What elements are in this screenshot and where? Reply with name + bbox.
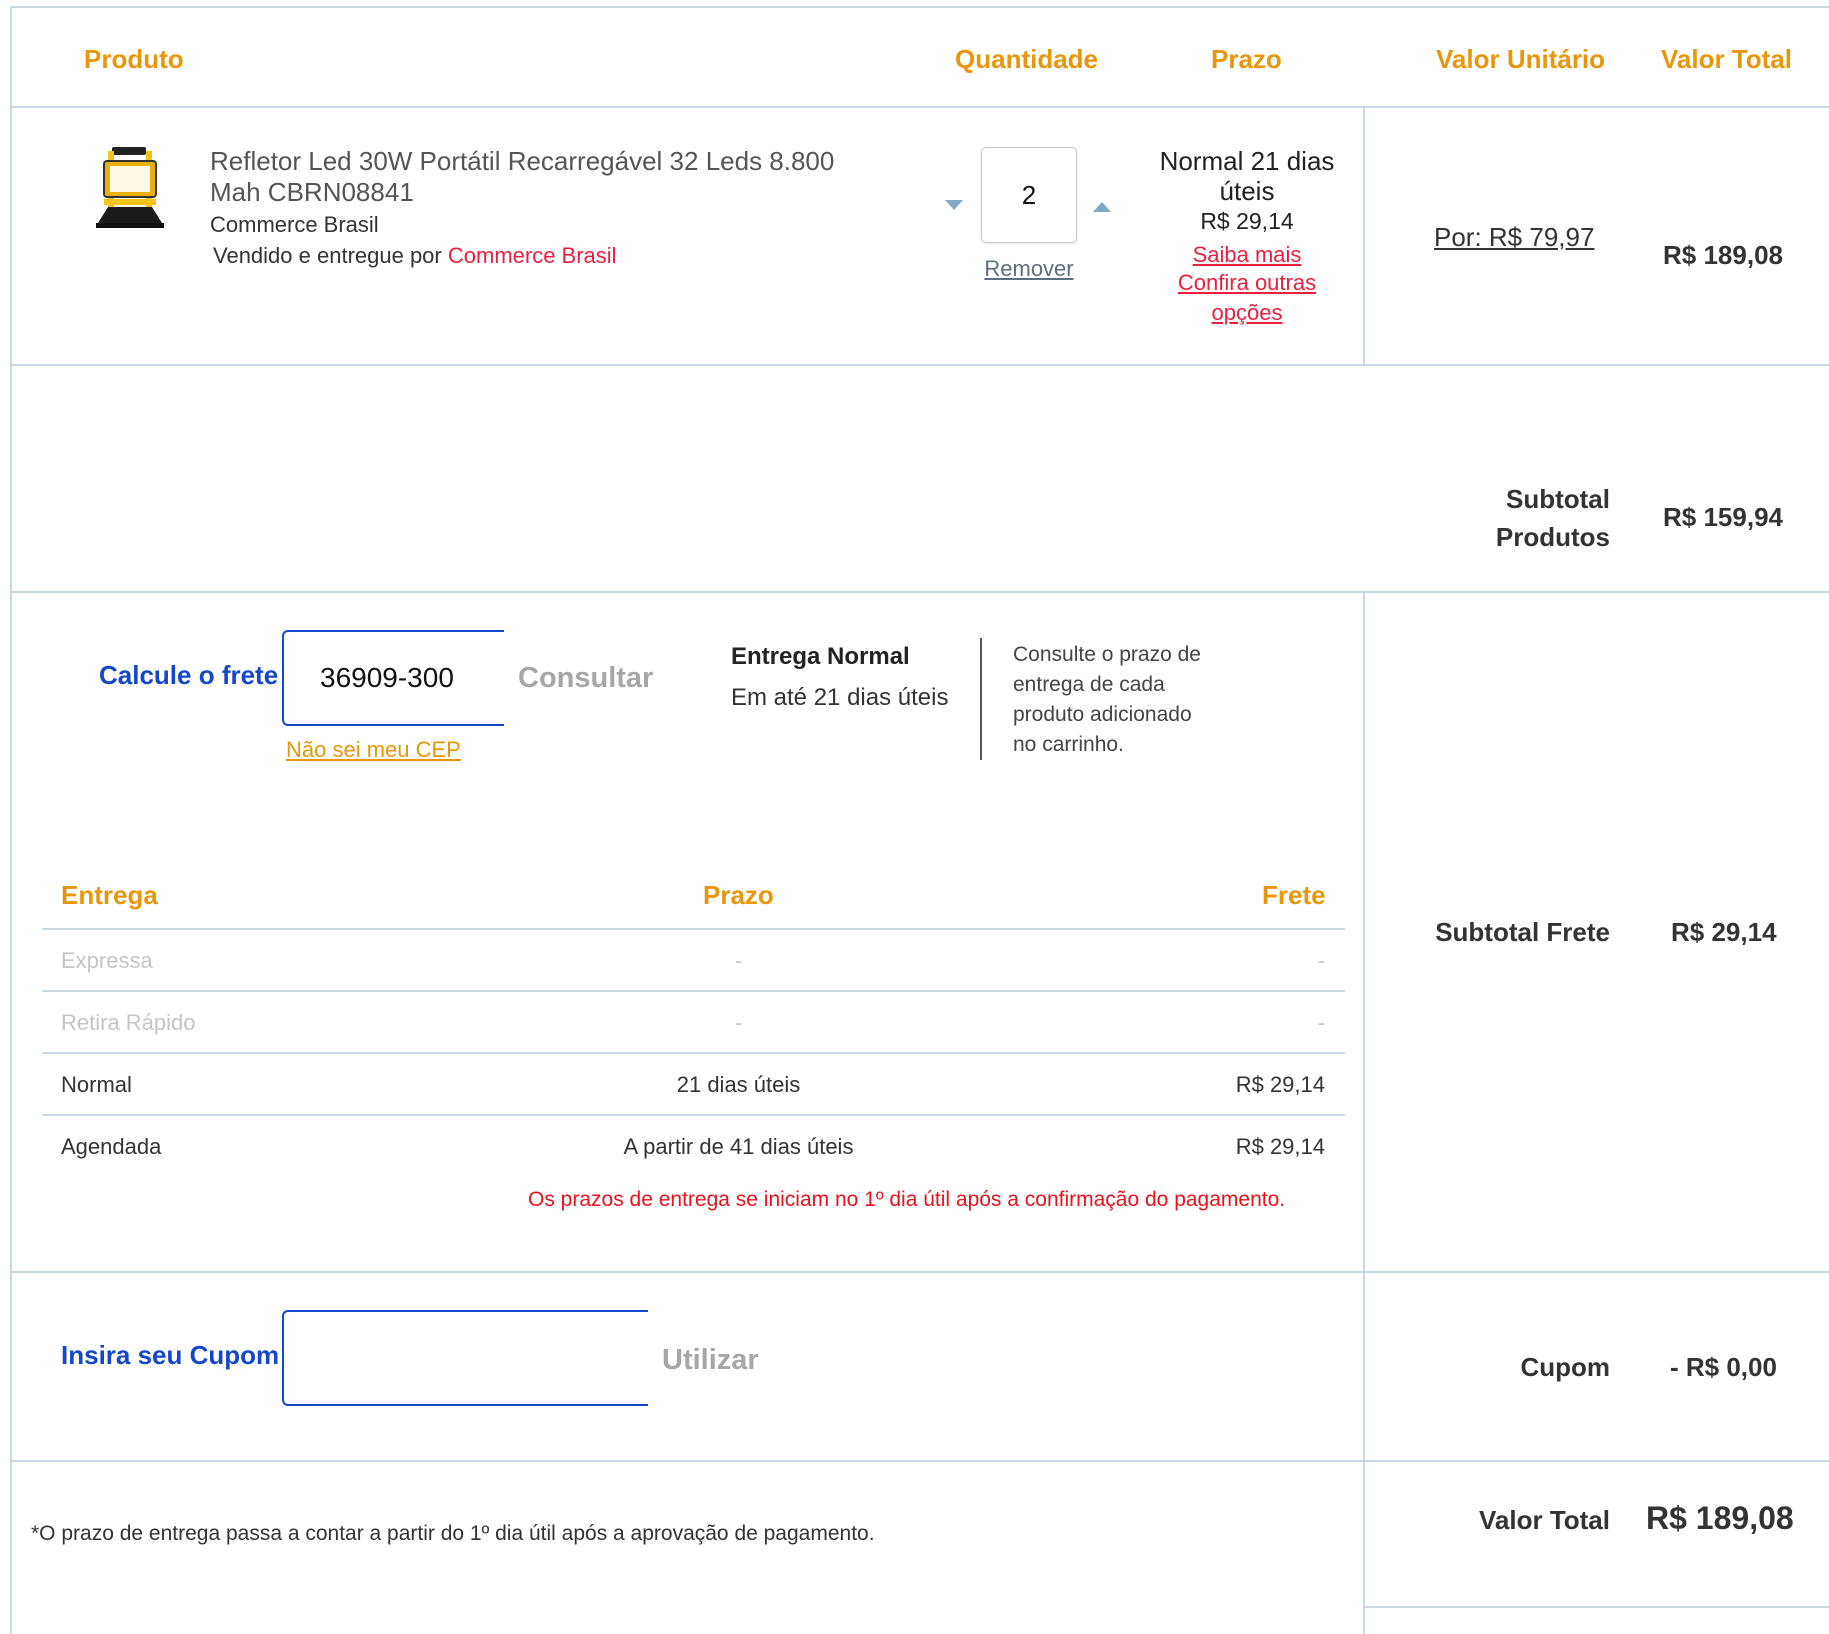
quantity-increase-button[interactable] <box>1093 202 1111 212</box>
header-prazo: Prazo <box>1211 44 1282 74</box>
subtotal-produtos-label: Subtotal Produtos <box>1380 480 1610 556</box>
product-title-line2: Mah CBRN08841 <box>210 177 414 207</box>
product-image[interactable] <box>90 143 170 233</box>
ship-row-frete: R$ 29,14 <box>1235 1072 1325 1097</box>
product-title[interactable]: Refletor Led 30W Portátil Recarregável 3… <box>210 146 834 208</box>
footer-partial-divider <box>1363 1606 1829 1608</box>
confira-opcoes-link[interactable]: Confira outras opções <box>1133 268 1361 328</box>
consultar-button[interactable]: Consultar <box>518 662 653 695</box>
subtotal-produtos-line1: Subtotal <box>1506 484 1610 514</box>
entrega-info: Consulte o prazo de entrega de cada prod… <box>1013 640 1201 760</box>
ship-row-frete: R$ 29,14 <box>1235 1134 1325 1159</box>
entrega-info-line2: entrega de cada <box>1013 673 1165 696</box>
valor-total-value: R$ 189,08 <box>1646 1500 1794 1536</box>
shipping-notice: Os prazos de entrega se iniciam no 1º di… <box>528 1188 1286 1211</box>
quantity-decrease-button[interactable] <box>945 200 963 210</box>
header-produto: Produto <box>84 44 184 74</box>
cupom-label: Insira seu Cupom <box>61 1340 280 1370</box>
subtotal-produtos-value: R$ 159,94 <box>1663 502 1783 532</box>
item-prazo: Normal 21 dias úteis <box>1133 146 1361 206</box>
ship-header-entrega: Entrega <box>61 880 158 910</box>
header-quantidade: Quantidade <box>955 44 1099 74</box>
quantity-input[interactable]: 2 <box>981 147 1077 243</box>
prazo-footnote: *O prazo de entrega passa a contar a par… <box>31 1522 875 1545</box>
prazo-price: R$ 29,14 <box>1200 208 1294 234</box>
sold-by-prefix: Vendido e entregue por <box>213 243 442 268</box>
product-brand: Commerce Brasil <box>210 212 379 237</box>
seller-link[interactable]: Commerce Brasil <box>448 243 617 268</box>
entrega-normal-sub: Em até 21 dias úteis <box>731 684 949 711</box>
ship-header-prazo: Prazo <box>703 880 774 910</box>
cep-input[interactable]: 36909-300 <box>282 630 504 726</box>
entrega-info-line3: produto adicionado <box>1013 703 1192 726</box>
entrega-info-line4: no carrinho. <box>1013 733 1124 756</box>
sold-by: Vendido e entregue por Commerce Brasil <box>213 243 617 269</box>
table-row[interactable]: Agendada A partir de 41 dias úteis R$ 29… <box>42 1116 1345 1176</box>
table-row[interactable]: Normal 21 dias úteis R$ 29,14 <box>42 1054 1345 1116</box>
frete-right-divider <box>1363 591 1365 1634</box>
ship-header-frete: Frete <box>1262 880 1326 910</box>
ship-row-frete: - <box>1317 948 1325 973</box>
saiba-mais-label[interactable]: Saiba mais <box>1193 242 1302 267</box>
subtotal-frete-value: R$ 29,14 <box>1671 917 1777 947</box>
calcule-frete-label: Calcule o frete <box>99 660 279 690</box>
subtotal-produtos-divider <box>10 591 1829 593</box>
entrega-info-divider <box>980 638 982 760</box>
prazo-line2: úteis <box>1219 176 1275 206</box>
ship-row-prazo: - <box>734 948 743 973</box>
unit-price: Por: R$ 79,97 <box>1434 222 1595 252</box>
item-bottom-divider <box>10 364 1829 366</box>
confira-line2[interactable]: opções <box>1133 298 1361 328</box>
confira-line1[interactable]: Confira outras <box>1133 268 1361 298</box>
entrega-normal-title: Entrega Normal <box>731 643 910 670</box>
item-total-price: R$ 189,08 <box>1663 240 1783 270</box>
prazo-line1: Normal 21 dias <box>1159 146 1335 176</box>
product-title-line1: Refletor Led 30W Portátil Recarregável 3… <box>210 146 835 176</box>
subtotal-produtos-line2: Produtos <box>1495 522 1610 552</box>
header-valor-total: Valor Total <box>1661 44 1792 74</box>
frame-top-border <box>10 6 1829 8</box>
ship-row-prazo: A partir de 41 dias úteis <box>623 1134 854 1159</box>
cupom-input[interactable] <box>282 1310 648 1406</box>
valor-total-label: Valor Total <box>1479 1505 1610 1535</box>
ship-row-frete: - <box>1317 1010 1325 1035</box>
frete-bottom-divider <box>10 1271 1829 1273</box>
header-divider <box>10 106 1829 108</box>
item-price-divider <box>1363 106 1365 364</box>
saiba-mais-link[interactable]: Saiba mais <box>1133 240 1361 270</box>
table-row[interactable]: Expressa - - <box>42 930 1345 992</box>
remove-item-link[interactable]: Remover <box>983 256 1075 282</box>
ship-row-prazo: 21 dias úteis <box>676 1072 801 1097</box>
frame-left-border <box>10 6 12 1634</box>
nao-sei-cep-link[interactable]: Não sei meu CEP <box>286 737 461 763</box>
cupom-bottom-divider <box>10 1460 1829 1462</box>
entrega-info-line1: Consulte o prazo de <box>1013 643 1201 666</box>
ship-row-prazo: - <box>734 1010 743 1035</box>
header-valor-unitario: Valor Unitário <box>1436 44 1606 74</box>
cupom-total-label: Cupom <box>1520 1352 1610 1382</box>
subtotal-frete-label: Subtotal Frete <box>1435 917 1610 947</box>
utilizar-button[interactable]: Utilizar <box>662 1344 759 1377</box>
cupom-total-value: - R$ 0,00 <box>1670 1352 1777 1382</box>
table-row[interactable]: Retira Rápido - - <box>42 992 1345 1054</box>
